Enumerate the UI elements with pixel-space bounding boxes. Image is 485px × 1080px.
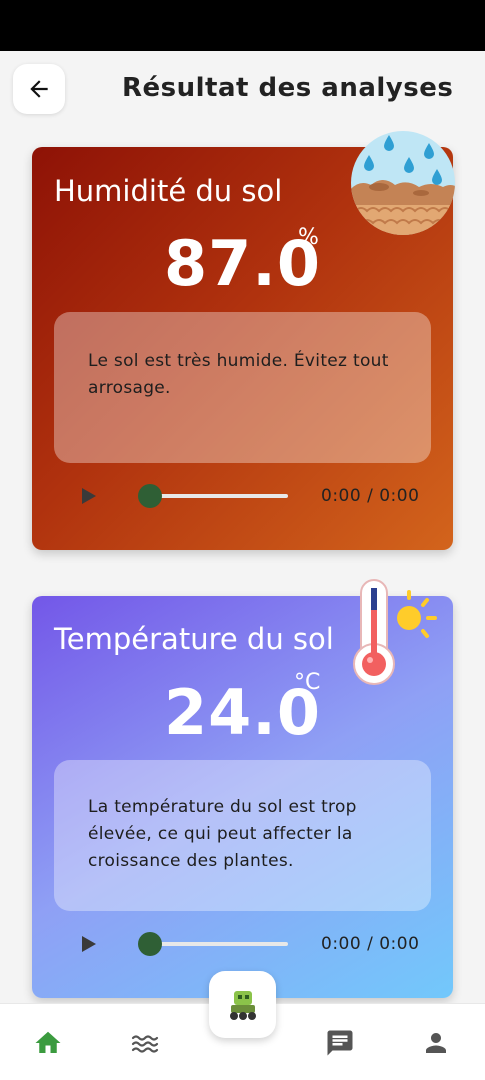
robot-icon	[229, 990, 256, 1020]
value-wrap: 87.0	[32, 227, 453, 300]
time-current: 0:00	[321, 934, 362, 954]
audio-progress-thumb[interactable]	[138, 932, 162, 956]
audio-progress-track[interactable]	[150, 942, 288, 946]
audio-player: 0:00 / 0:00	[32, 929, 453, 959]
waves-icon	[131, 1035, 159, 1053]
humidity-message: Le sol est très humide. Évitez tout arro…	[88, 350, 389, 398]
arrow-left-icon	[30, 80, 48, 98]
temperature-card: Température du sol 24.0 °C La températur…	[32, 579, 453, 998]
message-box: La température du sol est trop élevée, c…	[54, 760, 431, 911]
time-current: 0:00	[321, 486, 362, 506]
audio-time: 0:00 / 0:00	[321, 934, 419, 954]
nav-waves[interactable]	[130, 1028, 160, 1058]
play-icon[interactable]	[80, 488, 96, 504]
temperature-unit: °C	[294, 670, 321, 695]
back-button[interactable]	[13, 64, 65, 114]
audio-progress-track[interactable]	[150, 494, 288, 498]
time-separator: /	[361, 486, 380, 506]
message-box: Le sol est très humide. Évitez tout arro…	[54, 312, 431, 463]
header: Résultat des analyses	[0, 51, 485, 131]
play-icon[interactable]	[80, 936, 96, 952]
humidity-card: Humidité du sol 87.0 % Le sol est très h…	[32, 131, 455, 550]
time-total: 0:00	[379, 934, 420, 954]
profile-icon	[426, 1033, 446, 1053]
card-title: Humidité du sol	[54, 174, 283, 208]
audio-progress-thumb[interactable]	[138, 484, 162, 508]
thermometer-sun-icon	[353, 579, 437, 685]
robot-fab-button[interactable]	[209, 971, 276, 1038]
page-title: Résultat des analyses	[122, 73, 454, 103]
humidity-unit: %	[298, 225, 319, 250]
nav-chat[interactable]	[325, 1028, 355, 1058]
audio-player: 0:00 / 0:00	[32, 481, 453, 511]
card-title: Température du sol	[54, 622, 334, 656]
soil-water-icon	[351, 131, 455, 235]
audio-time: 0:00 / 0:00	[321, 486, 419, 506]
time-separator: /	[361, 934, 380, 954]
home-icon	[35, 1031, 61, 1053]
status-bar	[0, 0, 485, 51]
temperature-message: La température du sol est trop élevée, c…	[88, 797, 357, 871]
time-total: 0:00	[379, 486, 420, 506]
chat-icon	[327, 1030, 353, 1056]
nav-home[interactable]	[33, 1028, 63, 1058]
nav-profile[interactable]	[421, 1028, 451, 1058]
